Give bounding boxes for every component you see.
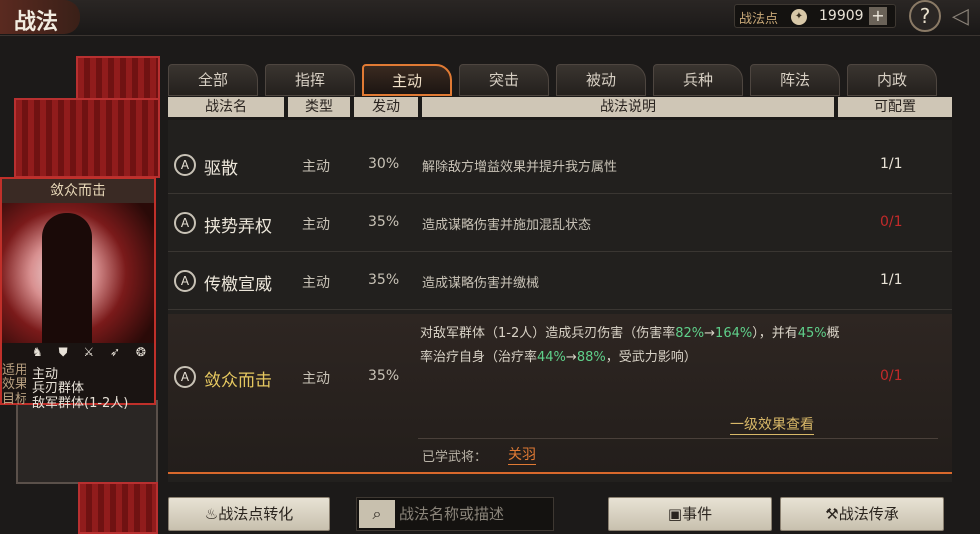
tactic-desc: 造成谋略伤害并施加混乱状态 <box>422 218 592 233</box>
tab-passive[interactable]: 被动 <box>556 64 646 96</box>
troop-type-icons: ♞ ⛊ ⚔ ➶ ❂ <box>32 345 152 359</box>
active-type-icon: A <box>174 154 196 176</box>
col-header-trigger[interactable]: 发动 <box>354 97 418 117</box>
col-header-desc: 战法说明 <box>422 97 834 117</box>
event-icon: ▣ <box>667 505 683 523</box>
compass-icon: ✦ <box>791 9 807 25</box>
tactic-trigger-rate: 35% <box>368 368 400 384</box>
divider <box>418 438 938 439</box>
tactic-name: 传檄宣威 <box>204 275 272 295</box>
tab-internal[interactable]: 内政 <box>847 64 937 96</box>
selected-tactic-card[interactable]: 敛众而击 ♞ ⛊ ⚔ ➶ ❂ 适用 类型主动 效果兵刃群体 目标敌军群体(1-2… <box>0 177 156 411</box>
tactic-trigger-rate: 30% <box>368 156 400 172</box>
card-name: 敛众而击 <box>2 179 154 203</box>
flame-icon: ♨ <box>204 505 219 523</box>
active-type-icon: A <box>174 366 196 388</box>
add-points-button[interactable]: + <box>869 7 887 25</box>
tab-assault[interactable]: 突击 <box>459 64 549 96</box>
search-input[interactable] <box>399 500 549 528</box>
col-header-name[interactable]: 战法名 <box>168 97 284 117</box>
tab-active[interactable]: 主动 <box>362 64 452 96</box>
points-value: 19909 <box>819 8 864 24</box>
tactic-trigger-rate: 35% <box>368 214 400 230</box>
points-label: 战法点 <box>739 12 779 27</box>
tactic-type: 主动 <box>302 371 330 387</box>
col-header-config[interactable]: 可配置 <box>838 97 952 117</box>
back-icon[interactable]: ◁ <box>952 6 976 30</box>
learned-label: 已学武将： <box>422 450 488 465</box>
tactic-config: 0/1 <box>880 368 903 384</box>
tactic-name: 驱散 <box>204 159 238 179</box>
table-row[interactable]: A 传檄宣威 主动 35% 造成谋略伤害并缴械 1/1 <box>168 254 952 310</box>
hammer-icon: ⚒ <box>825 505 839 523</box>
tab-all[interactable]: 全部 <box>168 64 258 96</box>
search-box: ⌕ <box>356 497 554 531</box>
inherit-button[interactable]: ⚒战法传承 <box>780 497 944 531</box>
tactic-desc: 造成谋略伤害并缴械 <box>422 276 540 291</box>
active-type-icon: A <box>174 270 196 292</box>
title-plate: 战法 <box>0 0 80 35</box>
help-button[interactable]: ? <box>909 0 941 32</box>
table-row[interactable]: A 挟势弄权 主动 35% 造成谋略伤害并施加混乱状态 0/1 <box>168 196 952 252</box>
learned-general-link[interactable]: 关羽 <box>508 444 536 465</box>
tactic-config: 0/1 <box>880 214 903 230</box>
tactic-name: 敛众而击 <box>204 371 272 391</box>
col-header-type[interactable]: 类型 <box>288 97 350 117</box>
tactic-type: 主动 <box>302 217 330 233</box>
tab-troop[interactable]: 兵种 <box>653 64 743 96</box>
tactic-points-box: 战法点 ✦ 19909 + <box>734 4 896 28</box>
tab-formation[interactable]: 阵法 <box>750 64 840 96</box>
tactic-type: 主动 <box>302 275 330 291</box>
tactic-type: 主动 <box>302 159 330 175</box>
search-icon[interactable]: ⌕ <box>359 500 395 528</box>
card-back-3[interactable] <box>16 400 158 484</box>
tactic-trigger-rate: 35% <box>368 272 400 288</box>
event-button[interactable]: ▣事件 <box>608 497 772 531</box>
table-row[interactable]: A 驱散 主动 30% 解除敌方增益效果并提升我方属性 1/1 <box>168 138 952 194</box>
tab-command[interactable]: 指挥 <box>265 64 355 96</box>
tactic-config: 1/1 <box>880 156 903 172</box>
card-back-2[interactable] <box>14 98 160 178</box>
expanded-tactic-row[interactable]: 对敌军群体（1-2人）造成兵刃伤害（伤害率82%→164%），并有45%概率治疗… <box>168 314 952 474</box>
page-title: 战法 <box>14 10 59 35</box>
level-one-effect-link[interactable]: 一级效果查看 <box>730 414 814 435</box>
convert-points-button[interactable]: ♨战法点转化 <box>168 497 330 531</box>
tactic-name: 挟势弄权 <box>204 217 272 237</box>
warrior-silhouette <box>42 213 92 343</box>
expanded-desc: 对敌军群体（1-2人）造成兵刃伤害（伤害率82%→164%），并有45%概率治疗… <box>420 326 840 365</box>
active-type-icon: A <box>174 212 196 234</box>
tactic-desc: 解除敌方增益效果并提升我方属性 <box>422 160 618 175</box>
category-tabs: 全部 指挥 主动 突击 被动 兵种 阵法 内政 <box>168 64 944 96</box>
card-row: 目标 敌军群体(1-2人) <box>2 392 129 411</box>
tactic-list: A 驱散 主动 30% 解除敌方增益效果并提升我方属性 1/1 A 挟势弄权 主… <box>168 120 952 482</box>
tactic-config: 1/1 <box>880 272 903 288</box>
card-back-bottom[interactable] <box>78 482 158 534</box>
card-art <box>2 203 154 343</box>
